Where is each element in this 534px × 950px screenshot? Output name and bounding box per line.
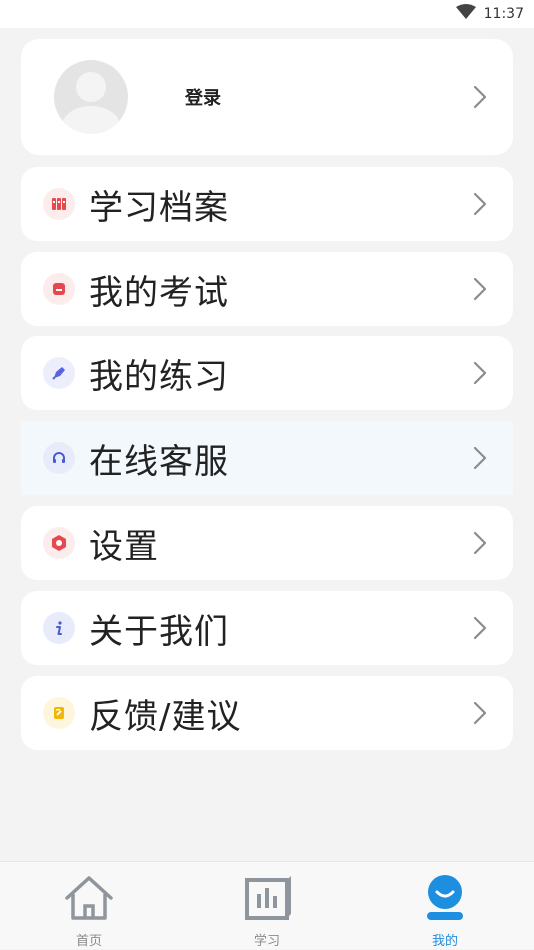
login-label[interactable]: 登录 [185, 84, 221, 110]
menu-item-online-service[interactable]: 在线客服 [21, 421, 513, 495]
headset-icon [43, 442, 75, 474]
menu-item-feedback[interactable]: 反馈/建议 [21, 676, 513, 750]
tab-home[interactable]: 首页 [29, 862, 149, 950]
menu-item-label: 设置 [89, 526, 159, 567]
exam-icon [43, 273, 75, 305]
menu-item-my-exams[interactable]: 我的考试 [21, 252, 513, 326]
chevron-right-icon [473, 192, 487, 216]
chevron-right-icon [473, 616, 487, 640]
practice-icon [43, 357, 75, 389]
menu-item-label: 关于我们 [89, 611, 229, 652]
feedback-icon [43, 697, 75, 729]
archive-icon [43, 188, 75, 220]
menu-item-label: 我的练习 [89, 356, 229, 397]
tab-study[interactable]: 学习 [207, 862, 327, 950]
bottom-tab-bar: 首页 学习 我的 [0, 861, 534, 949]
status-bar: 11:37 [0, 0, 534, 28]
menu-item-label: 反馈/建议 [89, 696, 242, 737]
chevron-right-icon [473, 446, 487, 470]
menu-item-my-practice[interactable]: 我的练习 [21, 336, 513, 410]
menu-item-learning-archive[interactable]: 学习档案 [21, 167, 513, 241]
profile-icon [419, 874, 471, 924]
menu-item-about-us[interactable]: 关于我们 [21, 591, 513, 665]
home-icon [63, 874, 115, 924]
chevron-right-icon [473, 701, 487, 725]
chevron-right-icon [473, 85, 487, 109]
study-icon [241, 874, 293, 924]
chevron-right-icon [473, 277, 487, 301]
profile-card[interactable]: 登录 [21, 39, 513, 155]
menu-item-label: 学习档案 [89, 187, 229, 228]
info-icon [43, 612, 75, 644]
chevron-right-icon [473, 531, 487, 555]
avatar[interactable] [54, 60, 128, 134]
menu-item-label: 我的考试 [89, 272, 229, 313]
tab-profile[interactable]: 我的 [385, 862, 505, 950]
tab-label: 我的 [431, 934, 458, 949]
chevron-right-icon [473, 361, 487, 385]
tab-label: 学习 [253, 934, 280, 949]
menu-item-settings[interactable]: 设置 [21, 506, 513, 580]
wifi-icon [455, 4, 476, 24]
menu-item-label: 在线客服 [89, 441, 229, 482]
settings-icon [43, 527, 75, 559]
status-time: 11:37 [483, 6, 524, 22]
tab-label: 首页 [75, 934, 102, 949]
